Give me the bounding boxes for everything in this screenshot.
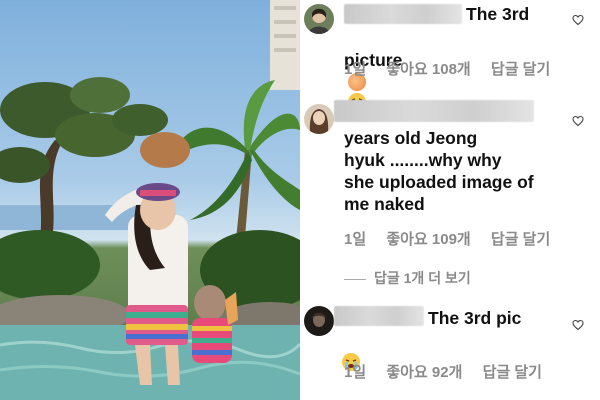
comment-2: years old Jeong hyuk ........why why she…	[300, 100, 600, 260]
comment-text: years old Jeong hyuk ........why why she…	[344, 128, 534, 214]
avatar[interactable]	[304, 104, 334, 134]
comment-text: The 3rd pic	[428, 308, 522, 328]
reply-button[interactable]: 답글 달기	[483, 364, 542, 381]
like-count[interactable]: 좋아요 92개	[386, 364, 462, 381]
comment-text: The 3rd	[466, 4, 530, 24]
heart-icon[interactable]	[572, 319, 584, 331]
blurred-username[interactable]	[334, 100, 534, 122]
post-photo	[0, 0, 300, 400]
view-more-replies[interactable]: 답글 1개 더 보기	[344, 268, 471, 288]
like-count[interactable]: 좋아요 109개	[386, 231, 470, 248]
photo-illustration	[0, 0, 300, 400]
comment-time: 1일	[344, 231, 367, 248]
comment-3: The 3rd pic 1일 좋아요 92개 답글 달기	[300, 304, 600, 394]
comment-time: 1일	[344, 61, 367, 78]
avatar-image	[304, 104, 334, 134]
blurred-username[interactable]	[334, 306, 424, 326]
avatar-image	[304, 4, 334, 34]
avatar-image	[304, 306, 334, 336]
child-figure	[192, 285, 238, 363]
blurred-username[interactable]	[344, 4, 462, 24]
heart-icon[interactable]	[572, 14, 584, 26]
avatar[interactable]	[304, 4, 334, 34]
comment-meta: 1일 좋아요 108개 답글 달기	[344, 58, 566, 79]
view-more-replies-label: 답글 1개 더 보기	[374, 270, 471, 286]
avatar[interactable]	[304, 306, 334, 336]
building	[270, 0, 300, 90]
bush	[0, 230, 100, 300]
reply-button[interactable]: 답글 달기	[491, 61, 550, 78]
comment-1: The 3rd picture 1일 좋아요 108개 답글 달기	[300, 0, 600, 111]
comment-time: 1일	[344, 364, 367, 381]
heart-icon[interactable]	[572, 115, 584, 127]
comment-meta: 1일 좋아요 109개 답글 달기	[344, 228, 566, 249]
reply-button[interactable]: 답글 달기	[491, 231, 550, 248]
comments-panel: The 3rd picture 1일 좋아요 108개 답글 달기 years …	[300, 0, 600, 400]
like-count[interactable]: 좋아요 108개	[386, 61, 470, 78]
dry-shrub	[140, 132, 190, 168]
comment-meta: 1일 좋아요 92개 답글 달기	[344, 361, 558, 382]
replies-divider-line	[344, 278, 366, 280]
